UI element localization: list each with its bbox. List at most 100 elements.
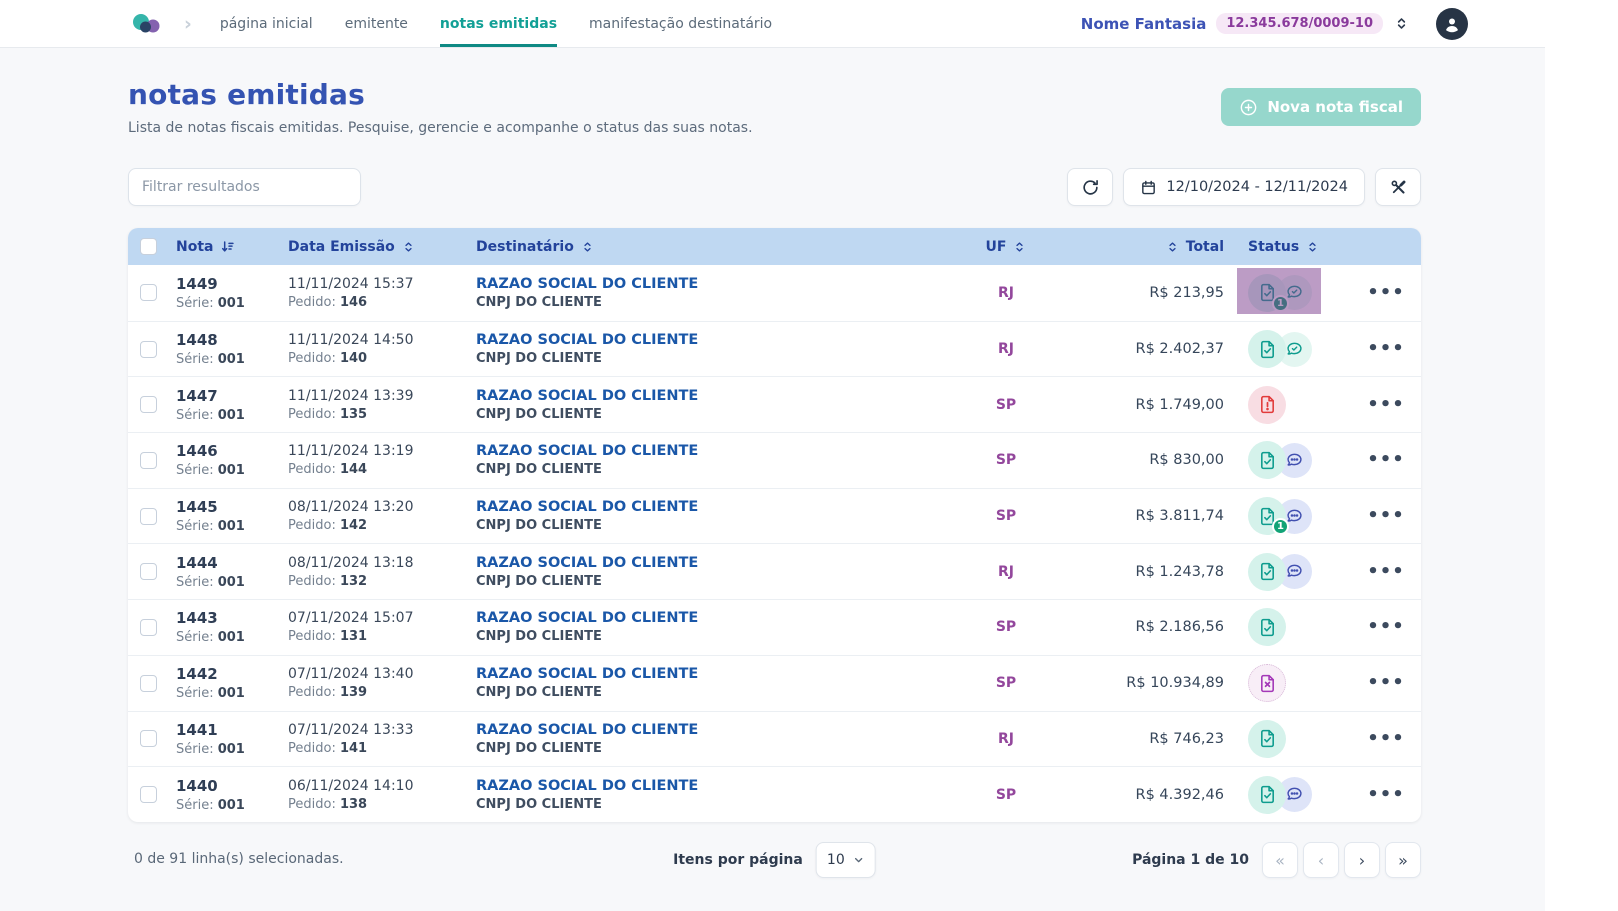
cloud-logo-icon xyxy=(130,10,162,38)
sort-icon[interactable] xyxy=(1306,240,1319,254)
actions-cell: ••• xyxy=(1351,730,1421,748)
date-range-button[interactable]: 12/10/2024 - 12/11/2024 xyxy=(1123,168,1365,206)
refresh-button[interactable] xyxy=(1067,168,1113,206)
row-actions-button[interactable]: ••• xyxy=(1367,730,1405,748)
row-checkbox[interactable] xyxy=(140,452,157,469)
table-row[interactable]: 1444Série: 00108/11/2024 13:18Pedido: 13… xyxy=(128,543,1421,599)
row-actions-button[interactable]: ••• xyxy=(1367,340,1405,358)
uf-cell: SP xyxy=(956,787,1056,803)
document-check-icon[interactable] xyxy=(1248,553,1286,591)
tab-pagina-inicial[interactable]: página inicial xyxy=(220,0,313,47)
column-header-nota[interactable]: Nota xyxy=(176,239,213,255)
destinatario-cnpj: CNPJ DO CLIENTE xyxy=(476,741,956,756)
row-checkbox[interactable] xyxy=(140,675,157,692)
data-emissao-cell: 08/11/2024 13:18Pedido: 132 xyxy=(288,555,476,589)
row-checkbox[interactable] xyxy=(140,563,157,580)
user-avatar[interactable] xyxy=(1436,8,1468,40)
row-actions-button[interactable]: ••• xyxy=(1367,618,1405,636)
chevron-down-icon xyxy=(853,854,865,866)
row-checkbox[interactable] xyxy=(140,284,157,301)
table-row[interactable]: 1441Série: 00107/11/2024 13:33Pedido: 14… xyxy=(128,711,1421,767)
pedido-text: Pedido: 135 xyxy=(288,407,476,422)
row-checkbox[interactable] xyxy=(140,341,157,358)
emission-date: 06/11/2024 14:10 xyxy=(288,778,476,794)
nota-cell: 1445Série: 001 xyxy=(176,498,288,534)
nota-number: 1448 xyxy=(176,331,288,349)
nota-number: 1449 xyxy=(176,275,288,293)
document-check-icon[interactable] xyxy=(1248,330,1286,368)
destinatario-name: RAZAO SOCIAL DO CLIENTE xyxy=(476,332,956,348)
destinatario-cell: RAZAO SOCIAL DO CLIENTECNPJ DO CLIENTE xyxy=(476,722,956,756)
tab-emitente[interactable]: emitente xyxy=(345,0,408,47)
table-settings-button[interactable] xyxy=(1375,168,1421,206)
data-emissao-cell: 11/11/2024 15:37Pedido: 146 xyxy=(288,276,476,310)
destinatario-name: RAZAO SOCIAL DO CLIENTE xyxy=(476,499,956,515)
sort-icon[interactable] xyxy=(1013,240,1026,254)
table-body: 1449 Série: 001 11/11/2024 15:37Pedido: 14… xyxy=(128,265,1421,822)
row-actions-button[interactable]: ••• xyxy=(1367,674,1405,692)
row-actions-button[interactable]: ••• xyxy=(1367,451,1405,469)
destinatario-cnpj: CNPJ DO CLIENTE xyxy=(476,407,956,422)
first-page-button[interactable]: « xyxy=(1262,842,1298,878)
next-page-button[interactable]: › xyxy=(1344,842,1380,878)
row-actions-button[interactable]: ••• xyxy=(1367,563,1405,581)
table-row[interactable]: 1445Série: 00108/11/2024 13:20Pedido: 14… xyxy=(128,488,1421,544)
page-info-text: Página 1 de 10 xyxy=(1132,852,1249,868)
table-row[interactable]: 1448Série: 00111/11/2024 14:50Pedido: 14… xyxy=(128,321,1421,377)
row-actions-button[interactable]: ••• xyxy=(1367,507,1405,525)
company-switcher-button[interactable] xyxy=(1395,16,1408,31)
status-cell xyxy=(1236,441,1351,479)
column-header-destinatario[interactable]: Destinatário xyxy=(476,239,574,255)
table-row[interactable]: 1442Série: 00107/11/2024 13:40Pedido: 13… xyxy=(128,655,1421,711)
destinatario-name: RAZAO SOCIAL DO CLIENTE xyxy=(476,276,956,292)
nota-number: 1445 xyxy=(176,498,288,516)
column-header-total[interactable]: Total xyxy=(1186,239,1224,255)
items-per-page-select[interactable]: 10 xyxy=(816,842,876,878)
emission-date: 07/11/2024 13:40 xyxy=(288,666,476,682)
uf-cell: SP xyxy=(956,508,1056,524)
document-check-icon[interactable] xyxy=(1248,776,1286,814)
new-invoice-button[interactable]: Nova nota fiscal xyxy=(1221,88,1421,126)
row-checkbox[interactable] xyxy=(140,508,157,525)
row-checkbox[interactable] xyxy=(140,396,157,413)
table-row[interactable]: 1449Série: 00111/11/2024 15:37Pedido: 14… xyxy=(128,265,1421,321)
row-checkbox[interactable] xyxy=(140,730,157,747)
sort-icon[interactable] xyxy=(1166,240,1179,254)
tab-notas-emitidas[interactable]: notas emitidas xyxy=(440,0,557,47)
table-row[interactable]: 1440Série: 00106/11/2024 14:10Pedido: 13… xyxy=(128,766,1421,822)
document-check-icon[interactable] xyxy=(1248,720,1286,758)
data-emissao-cell: 07/11/2024 15:07Pedido: 131 xyxy=(288,610,476,644)
total-cell: R$ 4.392,46 xyxy=(1056,787,1236,803)
sort-icon[interactable] xyxy=(581,240,594,254)
column-header-status[interactable]: Status xyxy=(1248,239,1299,255)
document-cancelled-icon[interactable] xyxy=(1248,664,1286,702)
pedido-text: Pedido: 146 xyxy=(288,295,476,310)
tab-manifestacao-destinatario[interactable]: manifestação destinatário xyxy=(589,0,772,47)
emission-date: 07/11/2024 15:07 xyxy=(288,610,476,626)
column-header-uf[interactable]: UF xyxy=(986,239,1007,255)
table-row[interactable]: 1447Série: 00111/11/2024 13:39Pedido: 13… xyxy=(128,376,1421,432)
document-alert-icon[interactable] xyxy=(1248,386,1286,424)
table-row[interactable]: 1443Série: 00107/11/2024 15:07Pedido: 13… xyxy=(128,599,1421,655)
nota-cell: 1444Série: 001 xyxy=(176,554,288,590)
document-check-icon[interactable] xyxy=(1248,441,1286,479)
serie-text: Série: 001 xyxy=(176,463,288,478)
actions-cell: ••• xyxy=(1351,563,1421,581)
prev-page-button[interactable]: ‹ xyxy=(1303,842,1339,878)
filter-input[interactable] xyxy=(128,168,361,206)
row-actions-button[interactable]: ••• xyxy=(1367,284,1405,302)
row-actions-button[interactable]: ••• xyxy=(1367,786,1405,804)
row-checkbox[interactable] xyxy=(140,619,157,636)
document-check-icon[interactable] xyxy=(1248,608,1286,646)
column-header-data-emissao[interactable]: Data Emissão xyxy=(288,239,395,255)
last-page-button[interactable]: » xyxy=(1385,842,1421,878)
sort-icon[interactable] xyxy=(402,240,415,254)
row-checkbox[interactable] xyxy=(140,786,157,803)
nota-cell: 1448 Série: 001 xyxy=(176,331,288,367)
row-actions-button[interactable]: ••• xyxy=(1367,396,1405,414)
select-all-checkbox[interactable] xyxy=(140,238,157,255)
table-row[interactable]: 1446Série: 00111/11/2024 13:19Pedido: 14… xyxy=(128,432,1421,488)
serie-text: Série: 001 xyxy=(176,352,288,367)
app-logo[interactable] xyxy=(130,0,162,47)
sort-desc-icon[interactable] xyxy=(220,239,235,254)
